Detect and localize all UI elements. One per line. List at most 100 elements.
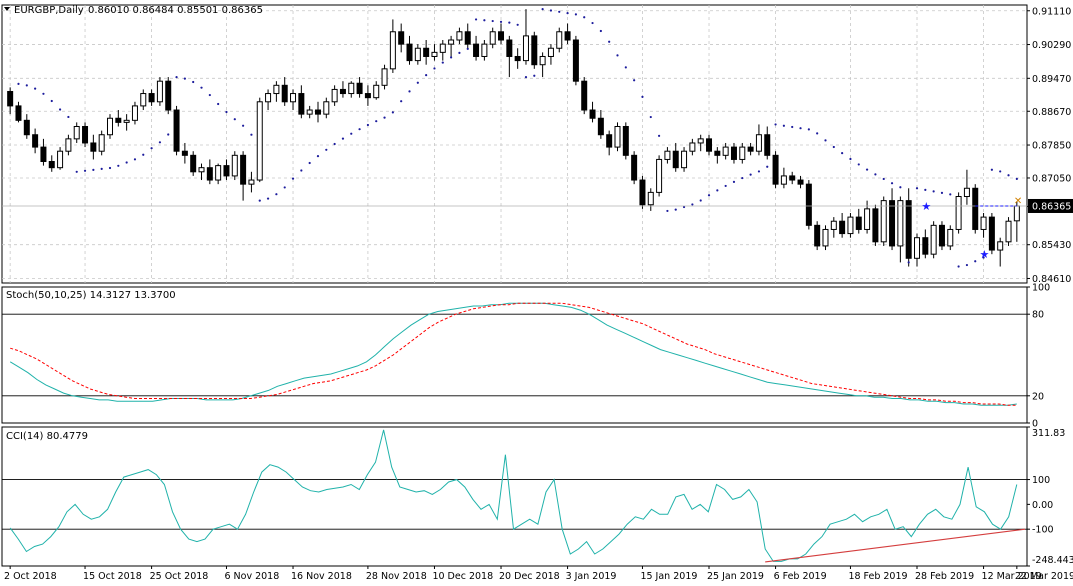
sar-dot <box>366 123 370 127</box>
time-tick-label: 15 Oct 2018 <box>83 571 142 582</box>
sar-dot <box>874 173 877 176</box>
sar-dot <box>907 261 910 264</box>
sar-dot <box>774 123 777 126</box>
sar-dot <box>341 137 345 140</box>
price-pane[interactable]: 0.91110 0.90290 0.89470 0.88670 0.87850 0.870… <box>1 4 1073 285</box>
time-tick-label: 16 Nov 2018 <box>291 571 352 582</box>
sar-dot <box>807 128 810 131</box>
bear-candle <box>473 43 480 57</box>
ohlc-readout: 0.86010 0.86484 0.85501 0.86365 <box>88 5 263 16</box>
bull-candle <box>739 146 746 160</box>
bull-candle <box>489 31 496 45</box>
stochastic-pane[interactable]: 10080200 <box>1 283 1050 430</box>
bull-candle <box>930 224 937 255</box>
bull-candle <box>389 31 396 70</box>
bull-candle <box>980 216 987 230</box>
bear-candle <box>281 84 288 103</box>
sar-dot <box>242 124 245 127</box>
sar-dot <box>158 141 162 144</box>
bear-candle <box>206 167 213 181</box>
bear-candle <box>706 138 713 152</box>
sar-dot <box>117 164 120 167</box>
bull-candle <box>914 237 921 259</box>
bear-candle <box>173 109 180 152</box>
sar-dot <box>724 184 727 188</box>
bear-candle <box>364 93 371 99</box>
sar-dot <box>499 20 503 23</box>
time-tick-label: 15 Jan 2019 <box>640 571 697 582</box>
bull-candle <box>1013 205 1020 222</box>
bear-candle <box>581 80 588 111</box>
stoch-tick-label: 80 <box>1032 310 1044 321</box>
sar-dot <box>608 40 611 43</box>
time-tick-label: 10 Dec 2018 <box>432 571 493 582</box>
bear-candle <box>15 105 22 121</box>
sar-dot <box>974 260 977 263</box>
time-tick-label: 28 Feb 2019 <box>915 571 974 582</box>
bear-candle <box>639 179 646 206</box>
bull-candle <box>256 101 263 181</box>
sar-dot <box>416 81 419 84</box>
chart-title: EURGBP,Daily <box>14 5 84 16</box>
sar-dot <box>766 165 769 168</box>
sar-dot <box>849 157 852 161</box>
cci-tick-label: 311.83 <box>1032 428 1065 439</box>
bull-candle <box>373 84 380 99</box>
bull-candle <box>73 125 80 140</box>
bear-candle <box>797 179 804 185</box>
bull-candle <box>290 93 297 103</box>
bear-candle <box>240 154 247 185</box>
bear-candle <box>730 146 737 160</box>
sar-dot <box>83 169 87 172</box>
buy-arrow: ★ <box>921 200 931 213</box>
bear-candle <box>498 31 505 41</box>
time-tick-label: 25 Oct 2018 <box>150 571 209 582</box>
sar-dot <box>142 153 145 156</box>
sar-dot <box>558 10 561 13</box>
bull-candle <box>847 216 854 235</box>
bull-candle <box>656 158 663 193</box>
sar-dot <box>641 95 644 99</box>
bull-candle <box>456 31 463 41</box>
sar-dot <box>300 169 303 172</box>
sar-dot <box>383 116 386 119</box>
bear-candle <box>506 39 513 57</box>
sar-dot <box>841 152 844 155</box>
price-tick-label: 0.87050 <box>1032 173 1071 184</box>
sar-dot <box>50 99 53 103</box>
bull-candle <box>439 43 446 53</box>
bear-candle <box>922 237 929 255</box>
sar-dot <box>757 170 761 173</box>
price-tick-label: 0.91110 <box>1032 6 1071 17</box>
sar-dot <box>425 74 428 77</box>
sar-dot <box>34 87 37 90</box>
time-tick-label: 3 Jan 2019 <box>566 571 617 582</box>
bull-candle <box>231 154 238 177</box>
sar-dot <box>599 29 602 33</box>
sar-dot <box>450 56 453 59</box>
bear-candle <box>40 146 47 163</box>
bear-candle <box>314 109 321 115</box>
bear-candle <box>32 134 39 148</box>
bull-candle <box>689 142 696 152</box>
time-tick-label: 25 Jan 2019 <box>707 571 764 582</box>
sar-dot <box>990 168 993 171</box>
bull-candle <box>614 125 621 148</box>
sar-dot <box>1015 177 1018 180</box>
bear-candle <box>23 119 30 136</box>
cci-pane[interactable]: 311.83 100 0.00 -100 -248.4432 <box>1 426 1073 567</box>
bull-candle <box>306 109 313 115</box>
sar-dot <box>441 61 444 64</box>
sar-dot <box>965 263 969 267</box>
bear-candle <box>889 200 896 247</box>
sar-dot <box>375 120 378 123</box>
bull-candle <box>198 167 205 173</box>
time-tick-label: 18 Feb 2019 <box>848 571 907 582</box>
sar-dot <box>566 12 569 15</box>
chart-canvas: 0.91110 0.90290 0.89470 0.88670 0.87850 0.870… <box>1 4 1073 582</box>
sar-dot <box>192 80 195 84</box>
sar-dot <box>474 18 478 21</box>
sar-dot <box>699 199 702 202</box>
sar-dot <box>666 209 669 213</box>
sar-dot <box>749 173 752 176</box>
